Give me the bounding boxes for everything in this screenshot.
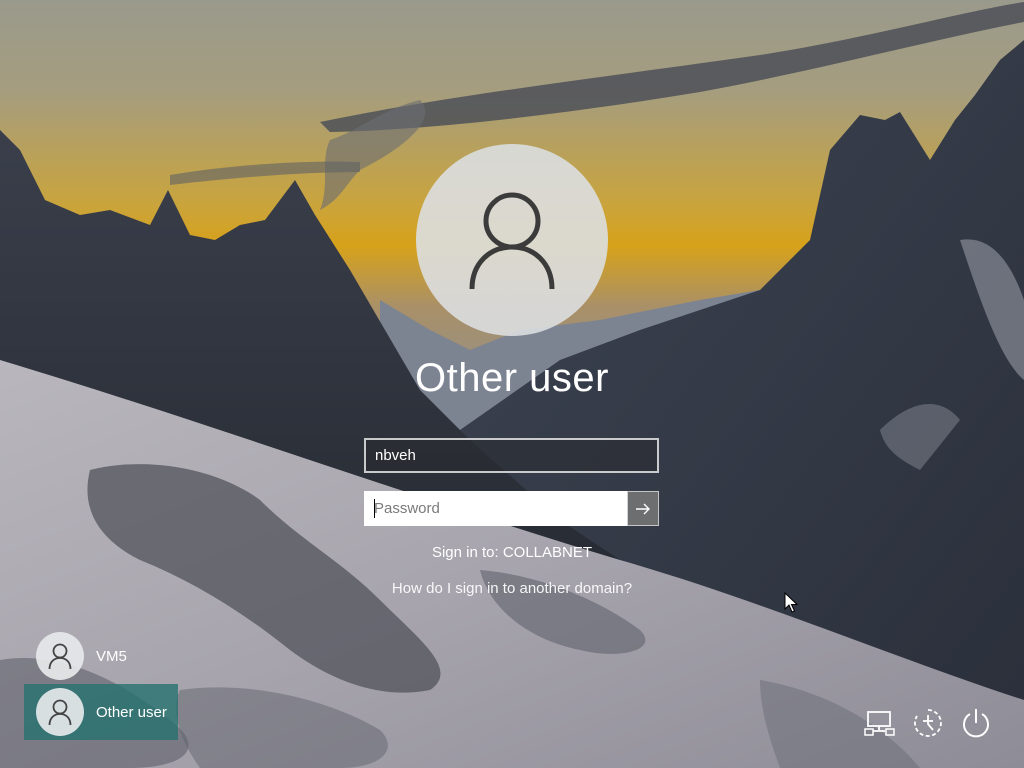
submit-arrow-button[interactable] [627,491,659,526]
text-caret [374,499,375,518]
password-field[interactable] [364,491,628,526]
user-avatar [416,144,608,336]
user-tile-avatar [36,632,84,680]
account-display-name: Other user [415,356,609,400]
mouse-cursor-icon [784,592,798,613]
sign-in-domain-text: Sign in to: COLLABNET [431,544,593,561]
power-icon [963,709,989,738]
user-tile-name: VM5 [96,647,127,665]
network-button[interactable] [862,705,898,741]
user-tile-vm5[interactable]: VM5 [24,628,178,684]
network-icon [864,711,895,736]
user-tile-avatar [36,688,84,736]
user-tile-other-user[interactable]: Other user [24,684,178,740]
user-tile-name: Other user [96,703,167,721]
ease-of-access-button[interactable] [910,705,946,741]
person-icon [48,699,72,726]
ease-of-access-icon [914,709,942,737]
username-field[interactable]: nbveh [364,438,659,473]
person-icon [469,192,555,290]
other-domain-link[interactable]: How do I sign in to another domain? [312,580,712,597]
power-button[interactable] [958,705,994,741]
person-icon [48,643,72,670]
arrow-right-icon [636,503,650,514]
